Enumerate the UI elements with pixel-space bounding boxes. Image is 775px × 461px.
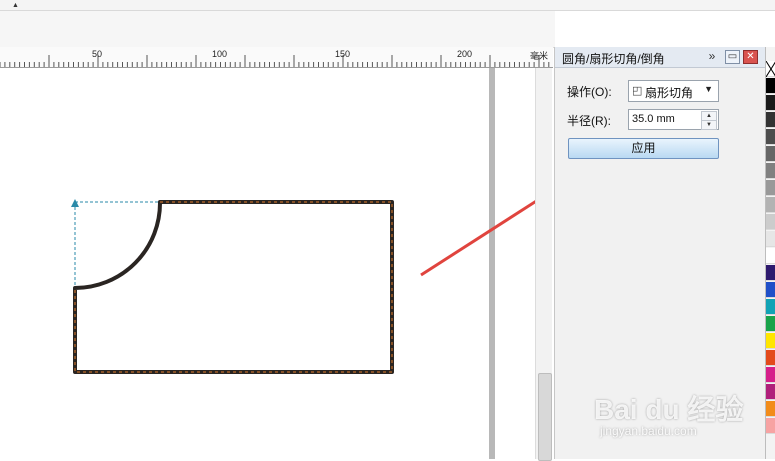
radius-label: 半径(R): xyxy=(567,114,611,128)
color-swatch[interactable] xyxy=(766,78,775,94)
horizontal-ruler: 50 100 150 200 毫米 xyxy=(0,47,553,68)
top-menu-strip: ▲ xyxy=(0,0,775,11)
ruler-label-100: 100 xyxy=(212,49,228,59)
ruler-label-50: 50 xyxy=(92,49,103,59)
radius-value: 35.0 mm xyxy=(632,113,675,125)
color-swatch[interactable] xyxy=(766,265,775,281)
color-swatch[interactable] xyxy=(766,180,775,196)
color-swatch[interactable] xyxy=(766,112,775,128)
color-swatch[interactable] xyxy=(766,197,775,213)
chevron-down-icon: ▼ xyxy=(704,84,713,94)
color-swatch[interactable] xyxy=(766,248,775,264)
scrollbar-thumb[interactable] xyxy=(538,373,552,461)
color-swatch[interactable] xyxy=(766,333,775,349)
spin-down-icon[interactable]: ▼ xyxy=(701,120,717,130)
drawing-canvas[interactable] xyxy=(0,68,553,459)
watermark: Bai du 经验 jingyan.baidu.com xyxy=(594,374,744,444)
node-marker-icon[interactable] xyxy=(71,199,79,207)
docker-more-button[interactable]: » xyxy=(705,50,719,62)
docker-minimize-button[interactable]: ▭ xyxy=(725,50,740,64)
color-swatch[interactable] xyxy=(766,401,775,417)
menu-arrow-icon: ▲ xyxy=(12,2,19,9)
color-swatch[interactable] xyxy=(766,231,775,247)
operation-dropdown[interactable]: ◰ 扇形切角 ▼ xyxy=(628,80,719,102)
selection-outline xyxy=(74,201,393,373)
operation-value: 扇形切角 xyxy=(645,86,694,100)
ruler-unit: 毫米 xyxy=(530,51,549,61)
color-swatch[interactable] xyxy=(766,146,775,162)
color-swatch[interactable] xyxy=(766,350,775,366)
property-toolbar xyxy=(0,11,555,48)
color-palette xyxy=(765,47,775,459)
no-color-swatch[interactable] xyxy=(765,60,775,78)
docker-title: 圆角/扇形切角/倒角 xyxy=(562,52,665,66)
color-swatch[interactable] xyxy=(766,282,775,298)
color-swatch[interactable] xyxy=(766,299,775,315)
radius-spinbox[interactable]: 35.0 mm ▲ ▼ xyxy=(628,109,719,130)
ruler-label-150: 150 xyxy=(335,49,351,59)
scalloped-rectangle-shape[interactable] xyxy=(73,200,394,374)
no-color-x-icon xyxy=(765,60,775,78)
color-swatch[interactable] xyxy=(766,418,775,434)
scallop-icon: ◰ xyxy=(632,85,643,97)
color-swatch[interactable] xyxy=(766,316,775,332)
color-swatch[interactable] xyxy=(766,163,775,179)
operation-label: 操作(O): xyxy=(567,85,612,99)
ruler-label-200: 200 xyxy=(457,49,473,59)
color-swatch[interactable] xyxy=(766,384,775,400)
canvas-artwork xyxy=(71,68,535,459)
docker-titlebar: 圆角/扇形切角/倒角 » ▭ ✕ xyxy=(555,47,766,68)
watermark-brand: Bai du 经验 xyxy=(594,394,744,425)
vertical-scrollbar[interactable] xyxy=(535,68,552,461)
apply-button[interactable]: 应用 xyxy=(568,138,719,159)
color-swatch[interactable] xyxy=(766,367,775,383)
docker-close-button[interactable]: ✕ xyxy=(743,50,758,64)
color-swatch[interactable] xyxy=(766,214,775,230)
color-swatch[interactable] xyxy=(766,95,775,111)
color-swatch[interactable] xyxy=(766,129,775,145)
watermark-site: jingyan.baidu.com xyxy=(600,424,697,438)
annotation-arrow-line xyxy=(420,200,535,277)
